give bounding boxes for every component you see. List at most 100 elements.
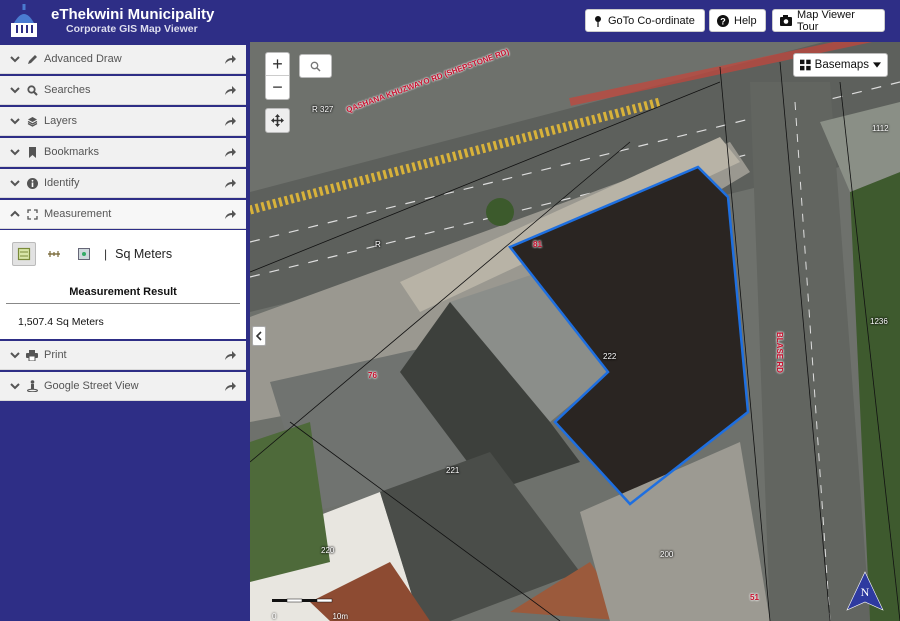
share-icon[interactable] [224, 115, 236, 127]
measurement-result-value: 1,507.4 Sq Meters [18, 316, 104, 328]
chevron-up-icon [10, 210, 20, 217]
scale-bar: 0 10m [272, 594, 348, 621]
map-label: 1112 [872, 124, 889, 133]
street-view-icon [26, 380, 38, 392]
distance-tool-icon [48, 251, 60, 257]
svg-text:?: ? [720, 16, 726, 26]
divider [6, 303, 240, 304]
road-label-blase: BLASE RD [775, 332, 784, 373]
pan-button[interactable] [265, 108, 290, 133]
measurement-tools: | Sq Meters [12, 242, 172, 266]
zoom-in-button[interactable]: + [266, 53, 289, 76]
map-label: 1236 [870, 317, 888, 326]
chevron-down-icon [10, 180, 20, 187]
sidebar-item-bookmarks[interactable]: Bookmarks [0, 138, 246, 167]
compass-label: N [861, 585, 870, 599]
tour-label: Map Viewer Tour [797, 8, 855, 33]
map-label: 76 [368, 371, 377, 380]
map-label: R 327 [312, 105, 334, 114]
chevron-down-icon [10, 118, 20, 125]
compass-icon: N [846, 571, 884, 611]
scale-bar-graphic [272, 598, 333, 603]
scale-start: 0 [272, 612, 277, 621]
sidebar-item-label: Measurement [44, 208, 112, 220]
map-search-button[interactable] [299, 54, 332, 78]
expand-icon [26, 208, 38, 220]
sidebar-item-layers[interactable]: Layers [0, 107, 246, 136]
bookmark-icon [26, 146, 38, 158]
distance-tool-button[interactable] [42, 242, 66, 266]
sidebar-item-identify[interactable]: Identify [0, 169, 246, 198]
chevron-down-icon [10, 87, 20, 94]
municipality-logo [11, 4, 37, 37]
question-icon: ? [717, 14, 729, 27]
map-label: 222 [603, 352, 617, 361]
sidebar-item-label: Google Street View [44, 380, 139, 392]
map-label: R [375, 240, 381, 249]
sidebar-item-label: Print [44, 349, 67, 361]
location-tool-icon [78, 248, 90, 260]
pencil-icon [26, 53, 38, 65]
scale-end: 10m [332, 612, 348, 621]
area-tool-button[interactable] [12, 242, 36, 266]
sidebar-item-label: Advanced Draw [44, 53, 122, 65]
chevron-down-icon [10, 56, 20, 63]
basemaps-button[interactable]: Basemaps [793, 53, 888, 77]
app-header: eThekwini Municipality Corporate GIS Map… [0, 0, 900, 42]
caret-down-icon [873, 62, 881, 68]
info-icon [26, 177, 38, 189]
chevron-down-icon [10, 352, 20, 359]
map-view[interactable]: QASHANA KHUZWAYO RD (SHEPSTONE RD) BLASE… [250, 42, 900, 621]
sidebar-item-measurement[interactable]: Measurement [0, 200, 246, 229]
share-icon[interactable] [224, 53, 236, 65]
location-tool-button[interactable] [72, 242, 96, 266]
sidebar-item-label: Searches [44, 84, 91, 96]
share-icon[interactable] [224, 208, 236, 220]
pushpin-icon [595, 15, 601, 27]
map-label: 81 [533, 240, 542, 249]
measurement-result-title: Measurement Result [69, 286, 177, 298]
goto-coordinate-button[interactable]: GoTo Co-ordinate [585, 9, 705, 32]
search-icon [26, 84, 38, 96]
share-icon[interactable] [224, 349, 236, 361]
share-icon[interactable] [224, 84, 236, 96]
share-icon[interactable] [224, 146, 236, 158]
layers-icon [26, 115, 38, 127]
search-icon [310, 61, 321, 72]
sidebar-item-searches[interactable]: Searches [0, 76, 246, 105]
sidebar-item-label: Bookmarks [44, 146, 100, 158]
sidebar: Advanced Draw Searches Layers Bookmarks … [0, 44, 247, 621]
grid-icon [800, 59, 811, 71]
map-label: 51 [750, 593, 759, 602]
map-label: 200 [660, 550, 674, 559]
unit-selector[interactable]: Sq Meters [115, 247, 172, 261]
app-subtitle: Corporate GIS Map Viewer [66, 23, 198, 35]
measurement-panel: | Sq Meters Measurement Result 1,507.4 S… [0, 230, 246, 339]
share-icon[interactable] [224, 177, 236, 189]
sidebar-item-print[interactable]: Print [0, 341, 246, 370]
sidebar-item-label: Identify [44, 177, 80, 189]
chevron-down-icon [10, 149, 20, 156]
help-label: Help [734, 14, 757, 27]
sidebar-item-advanced-draw[interactable]: Advanced Draw [0, 45, 246, 74]
zoom-control: + − [265, 52, 290, 100]
map-viewer-tour-button[interactable]: Map Viewer Tour [772, 8, 885, 33]
share-icon[interactable] [224, 380, 236, 392]
app-title: eThekwini Municipality [51, 6, 215, 23]
north-arrow: N [843, 570, 887, 619]
basemaps-label: Basemaps [814, 59, 869, 71]
sidebar-item-label: Layers [44, 115, 78, 127]
zoom-out-button[interactable]: − [266, 76, 289, 99]
chevron-left-icon [256, 331, 262, 341]
map-label: 220 [321, 546, 335, 555]
collapse-sidebar-button[interactable] [252, 326, 266, 346]
separator: | [104, 247, 108, 261]
print-icon [26, 349, 38, 361]
help-button[interactable]: ? Help [709, 9, 766, 32]
sidebar-item-google-street-view[interactable]: Google Street View [0, 372, 246, 401]
move-icon [271, 114, 284, 127]
goto-label: GoTo Co-ordinate [608, 14, 695, 27]
chevron-down-icon [10, 383, 20, 390]
aerial-imagery [250, 42, 900, 621]
map-label: 221 [446, 466, 460, 475]
